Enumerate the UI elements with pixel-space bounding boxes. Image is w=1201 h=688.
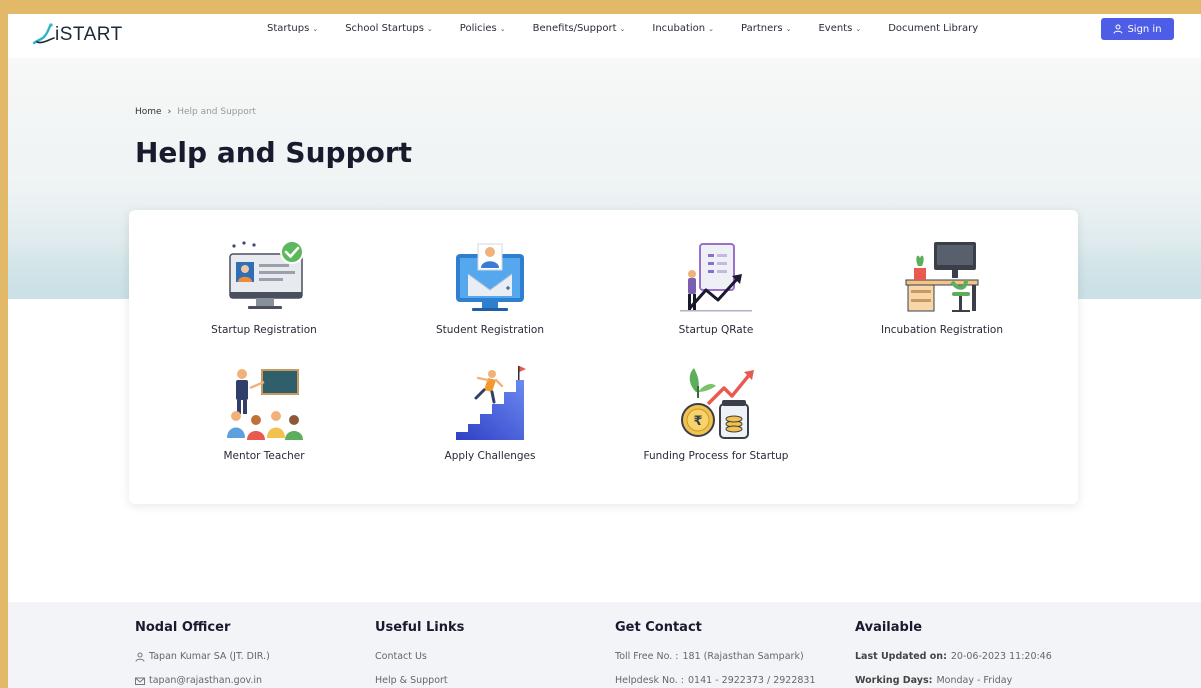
tile-startup-registration[interactable]: Startup Registration (164, 238, 364, 336)
footer-useful-links: Useful Links Contact Us Help & Support (375, 620, 464, 688)
monitor-profile-check-icon (229, 240, 304, 309)
tile-apply-challenges[interactable]: Apply Challenges (390, 364, 590, 462)
laptop-student-icon (456, 243, 524, 311)
page-title: Help and Support (135, 136, 413, 169)
last-updated: Last Updated on: 20-06-2023 11:20:46 (855, 651, 1052, 662)
nav-policies[interactable]: Policies ⌄ (460, 23, 506, 34)
nav-label: Benefits/Support (532, 23, 617, 34)
footer-get-contact: Get Contact Toll Free No. : 181 (Rajasth… (615, 620, 816, 688)
logo-text: iSTART (55, 24, 123, 45)
nav-label: Partners (741, 23, 783, 34)
chevron-down-icon: ⌄ (785, 24, 792, 33)
svg-text:₹: ₹ (693, 414, 702, 429)
helpdesk-number: Helpdesk No. : 0141 - 2922373 / 2922831 (615, 675, 816, 686)
toll-free-number: Toll Free No. : 181 (Rajasthan Sampark) (615, 651, 816, 662)
footer-link-contact-us[interactable]: Contact Us (375, 651, 464, 662)
chevron-down-icon: ⌄ (312, 24, 319, 33)
working-days-label: Working Days: (855, 675, 933, 686)
tile-label: Funding Process for Startup (643, 450, 789, 462)
tile-mentor-teacher[interactable]: Mentor Teacher (164, 364, 364, 462)
footer-nodal-officer: Nodal Officer Tapan Kumar SA (JT. DIR.) … (135, 620, 270, 688)
help-options-card: Startup Registration Student Registratio… (129, 210, 1078, 504)
chevron-down-icon: ⌄ (619, 24, 626, 33)
istart-logo-mark-icon (32, 23, 55, 45)
sign-in-button[interactable]: Sign in (1101, 18, 1174, 40)
nodal-officer-email[interactable]: tapan@rajasthan.gov.in (135, 675, 270, 686)
main-nav: Startups ⌄ School Startups ⌄ Policies ⌄ Ben… (267, 23, 1005, 34)
tile-incubation-registration[interactable]: Incubation Registration (842, 238, 1042, 336)
footer-heading: Get Contact (615, 620, 702, 635)
working-days-value: Monday - Friday (936, 675, 1013, 686)
nav-document-library[interactable]: Document Library (888, 23, 978, 34)
footer-heading: Available (855, 620, 923, 635)
classroom-teacher-icon (227, 369, 303, 440)
helpdesk-label: Helpdesk No. : (615, 675, 684, 686)
nodal-officer-name: Tapan Kumar SA (JT. DIR.) (135, 651, 270, 662)
nav-label: Policies (459, 23, 497, 34)
working-days: Working Days: Monday - Friday (855, 675, 1052, 686)
helpdesk-value: 0141 - 2922373 / 2922831 (688, 675, 816, 686)
stairs-climb-flag-icon (456, 366, 526, 440)
tile-label: Student Registration (436, 324, 544, 336)
footer-available: Available Last Updated on: 20-06-2023 11… (855, 620, 1052, 688)
istart-logo[interactable]: iSTART (32, 16, 123, 46)
chevron-down-icon: ⌄ (708, 24, 715, 33)
nav-school-startups[interactable]: School Startups ⌄ (345, 23, 433, 34)
nav-label: Events (818, 23, 853, 34)
chevron-down-icon: ⌄ (426, 24, 433, 33)
tile-label: Mentor Teacher (223, 450, 305, 462)
nav-label: School Startups (345, 23, 424, 34)
nav-label: Startups (267, 23, 310, 34)
breadcrumb-home[interactable]: Home (135, 107, 162, 117)
footer-heading: Nodal Officer (135, 620, 231, 635)
toll-free-value: 181 (Rajasthan Sampark) (682, 651, 804, 662)
mail-icon (135, 677, 145, 685)
rupee-coins-growth-icon: ₹ (681, 368, 754, 439)
nav-startups[interactable]: Startups ⌄ (267, 23, 318, 34)
sign-in-label: Sign in (1127, 23, 1162, 35)
nav-incubation[interactable]: Incubation ⌄ (652, 23, 714, 34)
toll-free-label: Toll Free No. : (615, 651, 679, 662)
desk-workspace-icon (905, 242, 979, 312)
nav-label: Document Library (888, 23, 979, 34)
breadcrumb: Home › Help and Support (135, 107, 256, 117)
user-icon (1113, 24, 1123, 34)
breadcrumb-separator: › (167, 107, 172, 117)
tile-label: Apply Challenges (444, 450, 536, 462)
tile-student-registration[interactable]: Student Registration (390, 238, 590, 336)
footer: Nodal Officer Tapan Kumar SA (JT. DIR.) … (8, 602, 1201, 688)
nav-benefits-support[interactable]: Benefits/Support ⌄ (533, 23, 626, 34)
chevron-down-icon: ⌄ (499, 24, 506, 33)
breadcrumb-current: Help and Support (177, 107, 256, 117)
nav-events[interactable]: Events ⌄ (818, 23, 861, 34)
tile-label: Startup Registration (211, 324, 317, 336)
top-navbar: iSTART Startups ⌄ School Startups ⌄ Polici… (8, 14, 1201, 58)
tile-label: Startup QRate (678, 324, 754, 336)
last-updated-label: Last Updated on: (855, 651, 947, 662)
nav-partners[interactable]: Partners ⌄ (741, 23, 791, 34)
footer-link-help-support[interactable]: Help & Support (375, 675, 464, 686)
tile-funding-process[interactable]: ₹ Funding Process for Startup (616, 364, 816, 462)
page: iSTART Startups ⌄ School Startups ⌄ Polici… (8, 14, 1201, 688)
growth-chart-person-icon (680, 243, 752, 312)
chevron-down-icon: ⌄ (855, 24, 862, 33)
nodal-email-text: tapan@rajasthan.gov.in (149, 675, 263, 686)
tile-startup-qrate[interactable]: Startup QRate (616, 238, 816, 336)
footer-heading: Useful Links (375, 620, 465, 635)
nodal-name-text: Tapan Kumar SA (JT. DIR.) (149, 651, 270, 662)
last-updated-value: 20-06-2023 11:20:46 (950, 651, 1052, 662)
nav-label: Incubation (652, 23, 706, 34)
user-icon (135, 652, 145, 662)
tile-label: Incubation Registration (880, 324, 1004, 336)
